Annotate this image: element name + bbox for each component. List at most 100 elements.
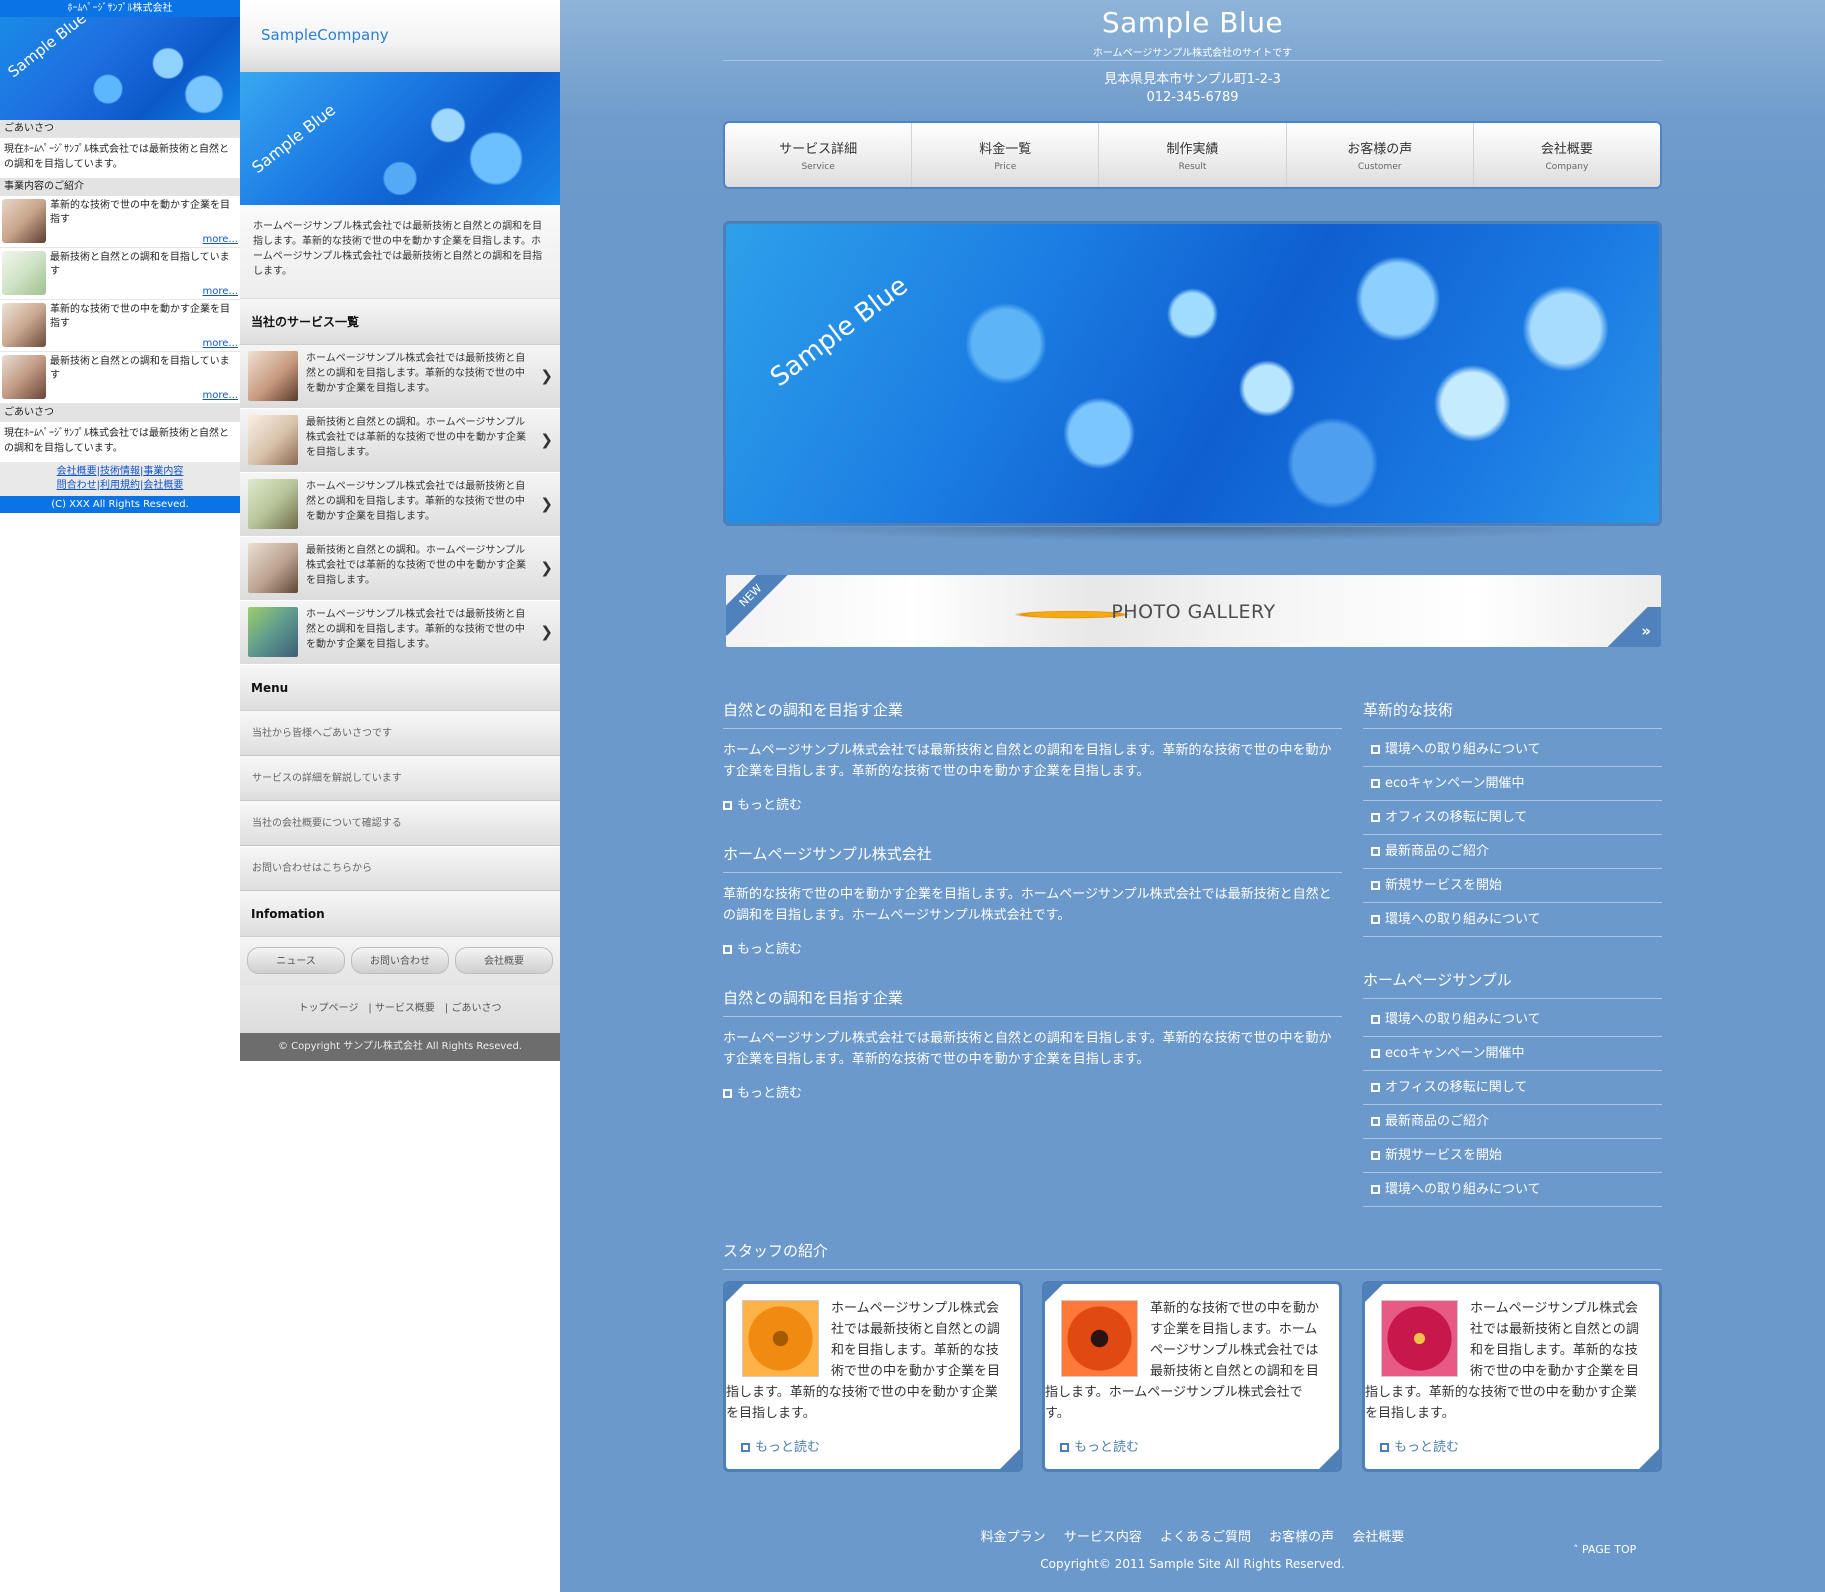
read-more-label: もっと読む <box>1074 1440 1140 1455</box>
read-more-link[interactable]: もっと読む <box>723 1082 802 1101</box>
side-link[interactable]: 環境への取り組みについて <box>1363 903 1662 937</box>
nav-label: 会社概要 <box>1540 142 1593 157</box>
fp-business-label: 事業内容のご紹介 <box>0 178 240 196</box>
read-more-link[interactable]: もっと読む <box>1380 1436 1459 1455</box>
side-link-label: 環境への取り組みについて <box>1385 1012 1541 1027</box>
side-link[interactable]: 環境への取り組みについて <box>1363 1173 1662 1207</box>
double-chevron-up-icon: ˄ <box>1573 1543 1579 1556</box>
fp-more-link[interactable]: more... <box>203 390 238 401</box>
gallery-arrow: » <box>1603 607 1661 647</box>
site-title[interactable]: Sample Blue <box>560 6 1825 39</box>
sp-menu-item[interactable]: サービスの詳細を解説しています <box>240 756 560 801</box>
fp-more-link[interactable]: more... <box>203 338 238 349</box>
sp-thumb-photo <box>248 479 298 529</box>
list-item: 革新的な技術で世の中を動かす企業を目指す more... <box>0 196 240 248</box>
fp-more-link[interactable]: more... <box>203 286 238 297</box>
footer-link[interactable]: お客様の声 <box>1269 1530 1334 1545</box>
card-corner <box>726 1284 744 1302</box>
nav-item-company[interactable]: 会社概要 Company <box>1474 123 1660 187</box>
nav-item-customer[interactable]: お客様の声 Customer <box>1287 123 1474 187</box>
chevron-right-icon: ❯ <box>540 431 553 449</box>
sp-news-button[interactable]: ニュース <box>247 947 345 974</box>
side-link[interactable]: オフィスの移転に関して <box>1363 1071 1662 1105</box>
site-tagline: ホームページサンプル株式会社のサイトです <box>1092 48 1293 59</box>
sp-menu-item[interactable]: 当社の会社概要について確認する <box>240 801 560 846</box>
list-item: 革新的な技術で世の中を動かす企業を目指す more... <box>0 300 240 352</box>
side-link-label: 環境への取り組みについて <box>1385 912 1541 927</box>
sp-thumb-photo <box>248 415 298 465</box>
side-link[interactable]: 最新商品のご紹介 <box>1363 835 1662 869</box>
read-more-link[interactable]: もっと読む <box>723 938 802 957</box>
article-title: 自然との調和を目指す企業 <box>723 699 1342 729</box>
side-link[interactable]: オフィスの移転に関して <box>1363 801 1662 835</box>
card-corner <box>1639 1449 1659 1469</box>
nav-item-result[interactable]: 制作実績 Result <box>1099 123 1287 187</box>
fp-link[interactable]: 問合わせ <box>57 480 97 491</box>
side-link[interactable]: 最新商品のご紹介 <box>1363 1105 1662 1139</box>
sp-service-item[interactable]: 最新技術と自然との調和。ホームページサンプル株式会社では革新的な技術で世の中を動… <box>240 409 560 473</box>
side-link[interactable]: 環境への取り組みについて <box>1363 733 1662 767</box>
sp-menu-heading: Menu <box>240 665 560 711</box>
feature-phone-preview: ﾎｰﾑﾍﾟｰｼﾞｻﾝﾌﾟﾙ株式会社 Sample Blue ごあいさつ 現在ﾎｰ… <box>0 0 240 513</box>
fp-link[interactable]: 事業内容 <box>143 466 183 477</box>
square-bullet-icon <box>1371 745 1380 754</box>
sp-thumb-photo <box>248 543 298 593</box>
square-bullet-icon <box>1371 1049 1380 1058</box>
sp-contact-button[interactable]: お問い合わせ <box>351 947 449 974</box>
square-bullet-icon <box>1371 1083 1380 1092</box>
sp-logo[interactable]: SampleCompany <box>240 0 560 72</box>
nav-label: 制作実績 <box>1166 142 1219 157</box>
footer-link[interactable]: 料金プラン <box>981 1530 1046 1545</box>
read-more-link[interactable]: もっと読む <box>741 1436 820 1455</box>
sp-menu-item[interactable]: お問い合わせはこちらから <box>240 846 560 891</box>
fp-link[interactable]: 技術情報 <box>100 466 140 477</box>
photo-gallery-banner[interactable]: NEW PHOTO GALLERY » <box>726 575 1661 647</box>
fp-thumb-photo <box>2 355 46 399</box>
sp-service-item[interactable]: ホームページサンプル株式会社では最新技術と自然との調和を目指します。革新的な技術… <box>240 601 560 665</box>
sp-info-heading: Infomation <box>240 891 560 937</box>
global-nav: サービス詳細 Service 料金一覧 Price 制作実績 Result お客様の声… <box>723 121 1662 189</box>
footer-link[interactable]: よくあるご質問 <box>1160 1530 1251 1545</box>
staff-photo <box>742 1300 819 1377</box>
article-body: ホームページサンプル株式会社では最新技術と自然との調和を目指します。革新的な技術… <box>723 743 1332 779</box>
sp-footer-links[interactable]: トップページ | サービス概要 | ごあいさつ <box>240 985 560 1033</box>
sp-thumb-photo <box>248 607 298 657</box>
side-link[interactable]: 新規サービスを開始 <box>1363 869 1662 903</box>
pc-site-preview: Sample Blue ホームページサンプル株式会社のサイトです 見本県見本市サ… <box>560 0 1825 1592</box>
side-link[interactable]: ecoキャンペーン開催中 <box>1363 767 1662 801</box>
fp-greeting-text: 現在ﾎｰﾑﾍﾟｰｼﾞｻﾝﾌﾟﾙ株式会社では最新技術と自然との調和を目指しています… <box>4 144 229 170</box>
sp-service-item[interactable]: 最新技術と自然との調和。ホームページサンプル株式会社では革新的な技術で世の中を動… <box>240 537 560 601</box>
footer-link[interactable]: サービス内容 <box>1064 1530 1142 1545</box>
article-body: ホームページサンプル株式会社では最新技術と自然との調和を目指します。革新的な技術… <box>723 1031 1332 1067</box>
fp-more-link[interactable]: more... <box>203 234 238 245</box>
square-bullet-icon <box>741 1443 750 1452</box>
square-bullet-icon <box>1371 1151 1380 1160</box>
sp-menu-item[interactable]: 当社から皆様へごあいさつです <box>240 711 560 756</box>
page-top-link[interactable]: ˄ PAGE TOP <box>1573 1543 1636 1556</box>
sp-service-item[interactable]: ホームページサンプル株式会社では最新技術と自然との調和を目指します。革新的な技術… <box>240 473 560 537</box>
square-bullet-icon <box>1380 1443 1389 1452</box>
read-more-link[interactable]: もっと読む <box>723 794 802 813</box>
fp-link[interactable]: 会社概要 <box>57 466 97 477</box>
sp-company-button[interactable]: 会社概要 <box>455 947 553 974</box>
side-link[interactable]: ecoキャンペーン開催中 <box>1363 1037 1662 1071</box>
side-link-label: 新規サービスを開始 <box>1385 1148 1503 1163</box>
square-bullet-icon <box>1371 881 1380 890</box>
nav-item-service[interactable]: サービス詳細 Service <box>725 123 913 187</box>
square-bullet-icon <box>1371 1015 1380 1024</box>
fp-greeting-label: ごあいさつ <box>0 120 240 138</box>
fp-link[interactable]: 会社概要 <box>143 480 183 491</box>
side-link[interactable]: 環境への取り組みについて <box>1363 1003 1662 1037</box>
gallery-label: PHOTO GALLERY <box>1111 601 1276 623</box>
side-link-label: ecoキャンペーン開催中 <box>1385 776 1525 791</box>
read-more-link[interactable]: もっと読む <box>1060 1436 1139 1455</box>
card-corner <box>1045 1284 1063 1302</box>
nav-item-price[interactable]: 料金一覧 Price <box>912 123 1100 187</box>
sp-service-item[interactable]: ホームページサンプル株式会社では最新技術と自然との調和を目指します。革新的な技術… <box>240 345 560 409</box>
sp-thumb-photo <box>248 351 298 401</box>
side-link[interactable]: 新規サービスを開始 <box>1363 1139 1662 1173</box>
side-link-label: オフィスの移転に関して <box>1385 1080 1528 1095</box>
footer-link[interactable]: 会社概要 <box>1352 1530 1404 1545</box>
fp-link[interactable]: 利用規約 <box>100 480 140 491</box>
page-top-label: PAGE TOP <box>1582 1543 1637 1556</box>
